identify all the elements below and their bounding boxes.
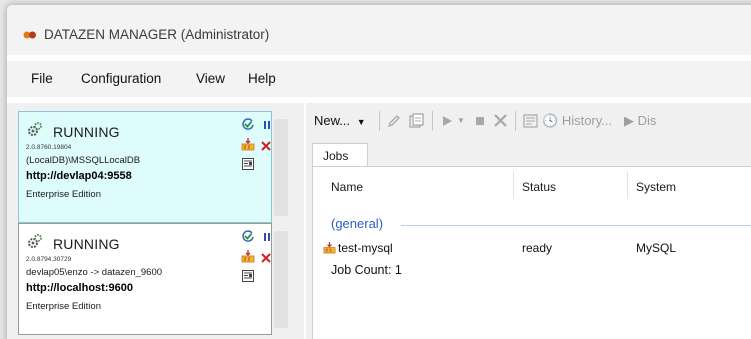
server-version: 2.0.8794.30729 [26, 256, 72, 263]
jobs-list: Name Status System (general) test-mysql … [312, 166, 751, 339]
server-card[interactable]: RUNNING 2.0.8794.30729 devlap05\enzo -> … [18, 223, 288, 335]
stop-x-icon[interactable] [259, 251, 273, 265]
console-icon[interactable] [241, 269, 255, 283]
toolbar-separator [432, 111, 433, 131]
pause-icon[interactable] [260, 230, 274, 244]
tab-bar: Jobs [306, 139, 751, 167]
tab-jobs-label: Jobs [323, 149, 349, 163]
dis-button-label: Dis [637, 113, 657, 128]
delete-icon[interactable] [492, 112, 509, 129]
toolbar: New... ▼ ▼ 🕓 History... ▶ Dis [306, 103, 751, 139]
dis-button[interactable]: ▶ Dis [624, 113, 656, 129]
server-version: 2.0.8760.19804 [26, 144, 72, 151]
toolbar-separator [515, 111, 516, 131]
menu-file[interactable]: File [31, 71, 53, 86]
chevron-down-icon: ▼ [356, 117, 366, 127]
server-card[interactable]: RUNNING 2.0.8760.19804 (LocalDB)\MSSQLLo… [18, 111, 288, 223]
history-icon: 🕓 [542, 113, 559, 128]
server-gear-icon [28, 122, 42, 136]
menu-help[interactable]: Help [248, 71, 276, 86]
job-status: ready [522, 241, 553, 255]
new-button-label: New... [314, 113, 351, 128]
window-title: DATAZEN MANAGER (Administrator) [44, 27, 270, 42]
history-button-label: History... [561, 113, 613, 128]
menu-configuration[interactable]: Configuration [81, 71, 161, 86]
title-bar: DATAZEN MANAGER (Administrator) [7, 5, 751, 55]
group-header[interactable]: (general) [331, 216, 383, 231]
import-jobs-icon[interactable] [241, 137, 255, 151]
dis-icon: ▶ [624, 113, 634, 128]
column-header-status[interactable]: Status [522, 180, 556, 194]
card-scroll-strip [274, 231, 288, 328]
column-separator[interactable] [513, 171, 514, 199]
card-scroll-strip [274, 119, 288, 216]
tab-jobs[interactable]: Jobs [312, 143, 368, 167]
pause-icon[interactable] [260, 118, 274, 132]
server-list-pane: RUNNING 2.0.8760.19804 (LocalDB)\MSSQLLo… [7, 103, 304, 339]
column-header-system[interactable]: System [636, 180, 676, 194]
run-dropdown-icon[interactable]: ▼ [457, 116, 465, 125]
job-system: MySQL [636, 241, 677, 255]
server-edition: Enterprise Edition [26, 301, 101, 312]
stop-x-icon[interactable] [259, 139, 273, 153]
server-status: RUNNING [53, 236, 120, 252]
history-button[interactable]: 🕓 History... [542, 113, 612, 129]
toolbar-separator [379, 111, 380, 131]
server-gear-icon [28, 234, 42, 248]
refresh-check-icon[interactable] [241, 117, 255, 131]
column-header-name[interactable]: Name [331, 180, 363, 194]
stop-icon[interactable] [472, 113, 488, 129]
job-settings-icon[interactable] [522, 112, 540, 130]
new-button[interactable]: New... ▼ [314, 113, 366, 128]
menu-view[interactable]: View [196, 71, 225, 86]
column-separator[interactable] [627, 171, 628, 199]
main-window: DATAZEN MANAGER (Administrator) File Con… [6, 4, 751, 339]
group-divider [401, 225, 751, 226]
server-url: http://localhost:9600 [26, 282, 133, 294]
server-status: RUNNING [53, 124, 120, 140]
menu-bar: File Configuration View Help [7, 61, 751, 97]
pencil-icon[interactable] [386, 113, 402, 129]
job-count: Job Count: 1 [331, 263, 402, 277]
server-edition: Enterprise Edition [26, 189, 101, 200]
server-instance: devlap05\enzo -> datazen_9600 [26, 267, 163, 278]
jobs-pane: New... ▼ ▼ 🕓 History... ▶ Dis Jobs Name … [306, 103, 751, 339]
server-instance: (LocalDB)\MSSQLLocalDB [26, 155, 141, 166]
server-url: http://devlap04:9558 [26, 170, 132, 182]
job-icon [323, 241, 336, 254]
app-logo-icon [23, 31, 36, 39]
copy-icon[interactable] [408, 112, 425, 129]
refresh-check-icon[interactable] [241, 229, 255, 243]
run-icon[interactable] [439, 113, 455, 129]
console-icon[interactable] [241, 157, 255, 171]
import-jobs-icon[interactable] [241, 249, 255, 263]
job-name[interactable]: test-mysql [338, 241, 393, 255]
